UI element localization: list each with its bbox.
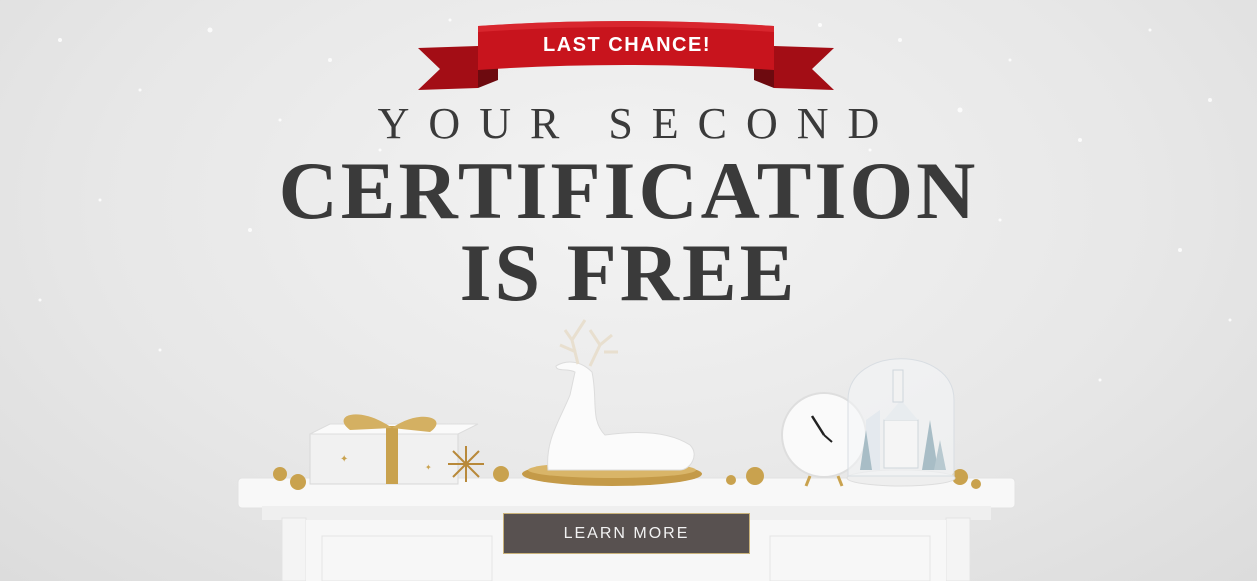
mantel-scene: ✦ ✦ xyxy=(237,319,1016,581)
svg-text:✦: ✦ xyxy=(340,454,348,465)
learn-more-button[interactable]: LEARN MORE xyxy=(503,513,750,554)
snow-globe-dome xyxy=(846,358,956,487)
gift-box: ✦ ✦ xyxy=(309,414,479,485)
gold-star-ornament xyxy=(448,446,484,482)
deer-figurine xyxy=(522,319,702,486)
svg-text:✦: ✦ xyxy=(425,463,432,472)
